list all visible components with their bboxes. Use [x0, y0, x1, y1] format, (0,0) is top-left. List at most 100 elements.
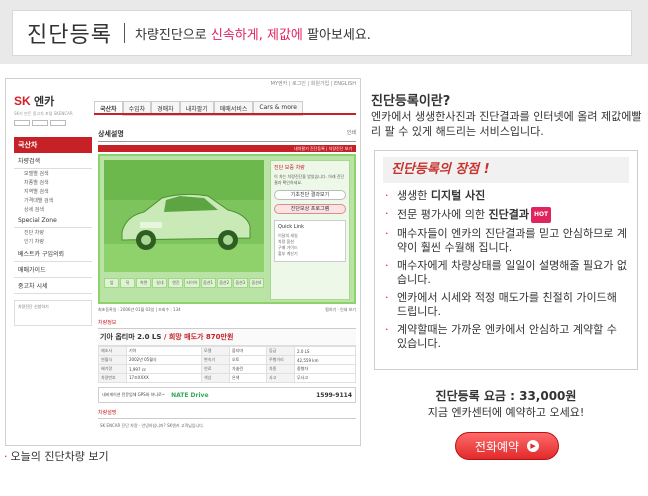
lnb-sub: 차종별 검색	[24, 180, 49, 186]
today-link-label: 오늘의 진단차량 보기	[10, 450, 109, 463]
thumb-tab: 뒤	[120, 278, 136, 288]
lnb-sub: 지역별 검색	[24, 189, 49, 195]
spec-value: 가솔린	[229, 364, 267, 374]
hot-badge: HOT	[530, 207, 552, 223]
bullet-icon: ·	[4, 450, 8, 463]
lnb-sub: 인기 차량	[24, 239, 44, 245]
detail-title-text: 상세설명	[98, 130, 124, 138]
logo-tagline: SK가 만든 중고차 포털 SKENCAR	[14, 111, 73, 116]
phone-reservation-button[interactable]: 전화예약 ▶	[455, 432, 559, 460]
spec-value: 중형차	[294, 364, 356, 374]
photo-thumbnails: 앞 뒤 측면 실내 엔진 타이어 옵션1 옵션2 옵션3 옵션4	[104, 278, 264, 288]
merit-bold: 디지털 사진	[430, 189, 486, 202]
spec-key: 사고	[266, 373, 295, 383]
meta-left: 최초등록일 : 2006년 01월 03일 | 조회수 : 134	[98, 307, 181, 312]
spec-heading: 차량정보	[98, 317, 356, 329]
quick-link-box: Quick Link 이달의 세일 차량 옵션 구매 가이드 할부 계산기	[274, 220, 346, 262]
spec-key: 모델	[201, 346, 231, 356]
lnb-sub: 상세 검색	[24, 207, 44, 213]
banner-box: 진단등록 차량진단으로 신속하게, 제값에 팔아보세요.	[12, 10, 632, 56]
thumb-tab: 옵션1	[200, 278, 216, 288]
bullet-icon: ·	[385, 189, 389, 202]
spec-key: 주행거리	[266, 355, 295, 365]
lnb-section: 베스트카 구입의뢰	[14, 246, 92, 262]
spec-value: 2002년 05월식	[125, 355, 203, 365]
spec-value: 1,997 cc	[125, 364, 203, 374]
lnb-sub: 가격대별 검색	[24, 198, 54, 204]
merit-bold: 진단결과	[488, 208, 529, 221]
quick-link-item: 할부 계산기	[278, 251, 298, 256]
meta-right: 찜하기 · 인쇄 보기	[325, 307, 356, 312]
list-item: · 엔카에서 시세와 적정 매도가를 친절히 가이드해 드립니다.	[385, 291, 627, 319]
spec-value: 기아	[125, 346, 203, 356]
table-row: 차량번호 17조XXXX 색상 은색 사고 무사고	[98, 373, 356, 383]
logo-buttons	[14, 120, 94, 126]
spec-price: / 희망 매도가 870만원	[161, 333, 234, 341]
ad-nate: NATE Drive	[171, 391, 209, 399]
banner-sub-prefix: 차량진단으로	[134, 27, 211, 43]
phone-reservation-label: 전화예약	[474, 439, 520, 454]
merit-text: 매수자들이 엔카의 진단결과를 믿고 안심하므로 계약이 훨씬 수월해 집니다.	[397, 227, 628, 254]
thumb-tab: 타이어	[184, 278, 200, 288]
merits-title: 진단등록의 장점 !	[383, 157, 629, 183]
merit-text: 계약할때는 가까운 엔카에서 안심하고 계약할 수 있습니다.	[397, 323, 617, 350]
header-banner: 진단등록 차량진단으로 신속하게, 제값에 팔아보세요.	[0, 0, 648, 64]
spec-key: 색상	[201, 373, 231, 383]
table-row: 연월식 2002년 05월식 변속기 오토 주행거리 42,559 km	[98, 355, 356, 365]
detail-redbar: 내차팔기 진단등록 | 차량진단 보기	[98, 145, 356, 152]
diagnosis-side-panel: 진단 보증 차량 이 차는 차량진단을 받았습니다. 아래 진단결과 확인하세요…	[270, 160, 350, 300]
lnb-sub: 진단 차량	[24, 230, 44, 236]
diagnosis-example-screenshot: MY엔카 | 로그인 | 회원가입 | ENGLISH SK 엔카 SK가 만든…	[5, 78, 361, 446]
spec-key: 배기량	[98, 364, 127, 374]
list-item: · 계약할때는 가까운 엔카에서 안심하고 계약할 수 있습니다.	[385, 323, 627, 351]
merit-text: 엔카에서 시세와 적정 매도가를 친절히 가이드해 드립니다.	[397, 291, 617, 318]
section-title: 진단등록이란?	[371, 94, 451, 109]
spec-key: 차량번호	[98, 373, 127, 383]
ad-text: 내비게이션 전문업체 GPS와 하나로~	[102, 392, 166, 397]
spec-table: 제조사 기아 모델 옵티마 등급 2.0 LS 연월식 2002년 05월식 변속기 오토…	[98, 346, 356, 383]
list-item: · 매수자들이 엔카의 진단결과를 믿고 안심하므로 계약이 훨씬 수월해 집니다…	[385, 227, 627, 255]
mini-button	[14, 120, 30, 126]
opinion-text: SK ENCAR 진단 차량 - 안녕하십니까? SK엔카 고객님입니다.	[100, 423, 205, 428]
spec-value: 오토	[229, 355, 267, 365]
thumb-tab: 옵션4	[248, 278, 264, 288]
banner-divider	[123, 23, 125, 43]
compensation-program-button: 진단보상 프로그램	[274, 204, 346, 214]
list-item: · 생생한 디지털 사진	[385, 189, 627, 203]
opinion-heading: 차량설명	[98, 407, 356, 419]
thumb-tab: 옵션2	[216, 278, 232, 288]
lnb-head: 국산차	[14, 137, 92, 153]
spec-key: 등급	[266, 346, 295, 356]
print-link: 인쇄	[346, 130, 356, 136]
today-diagnosis-link[interactable]: · 오늘의 진단차량 보기	[4, 448, 109, 464]
spec-value: 은색	[229, 373, 267, 383]
logo-text: SK 엔카	[14, 93, 94, 109]
ad-phone: 1599-9114	[316, 391, 352, 399]
spec-key: 변속기	[201, 355, 231, 365]
quick-link-items: 이달의 세일 차량 옵션 구매 가이드 할부 계산기	[278, 233, 342, 257]
bullet-icon: ·	[385, 323, 389, 336]
merit-text: 생생한	[397, 189, 431, 202]
thumb-tab: 엔진	[168, 278, 184, 288]
util-links: MY엔카 | 로그인 | 회원가입 | ENGLISH	[270, 81, 356, 87]
spec-value: 2.0 LS	[294, 346, 356, 356]
spec-value: 17조XXXX	[125, 373, 203, 383]
gnb-underline	[94, 113, 356, 115]
merits-box: 진단등록의 장점 ! · 생생한 디지털 사진 · 전문 평가사에 의한 진단결과 H…	[374, 150, 638, 370]
list-item: · 전문 평가사에 의한 진단결과 HOT	[385, 207, 627, 223]
merit-text: 매수자에게 차량상태를 일일이 설명해줄 필요가 없습니다.	[397, 259, 628, 286]
thumb-tab: 앞	[104, 278, 120, 288]
section-description: 엔카에서 생생한사진과 진단결과를 인터넷에 올려 제값에빨리 팔 수 있게 해…	[371, 110, 642, 138]
lnb-section: Special Zone	[14, 214, 92, 228]
play-arrow-icon: ▶	[527, 440, 540, 452]
fee-label: 진단등록 요금 : 33,000원	[435, 389, 577, 403]
logo-brand: SK	[14, 94, 31, 108]
list-item: · 매수자에게 차량상태를 일일이 설명해줄 필요가 없습니다.	[385, 259, 627, 287]
ad-banner: 내비게이션 전문업체 GPS와 하나로~ NATE Drive 1599-911…	[98, 387, 356, 403]
spec-key: 연월식	[98, 355, 127, 365]
lnb-section: 매매가이드	[14, 262, 92, 278]
left-nav: 국산차 차량검색 모델별 검색 차종별 검색 지역별 검색 가격대별 검색 상세…	[14, 137, 92, 326]
mini-button	[32, 120, 48, 126]
spec-key: 차종	[266, 364, 295, 374]
lnb-promo: 차량진단 신청하기	[14, 300, 92, 326]
